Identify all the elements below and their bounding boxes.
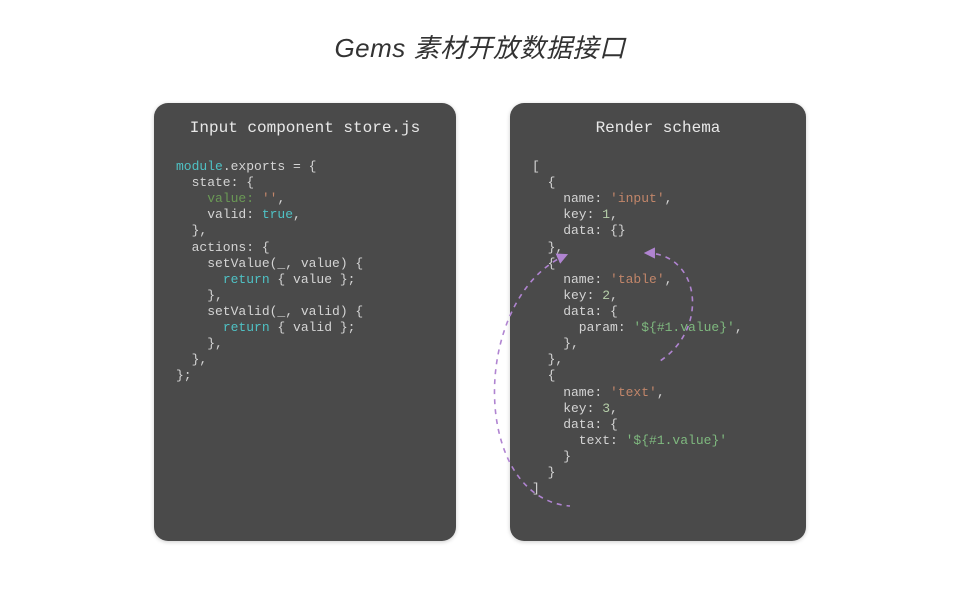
panel-schema: Render schema [ { name: 'input', key: 1,…: [510, 103, 806, 541]
panel-store-code: module.exports = { state: { value: '', v…: [176, 159, 434, 385]
panel-schema-code: [ { name: 'input', key: 1, data: {} }, {…: [532, 159, 784, 497]
panels-row: Input component store.js module.exports …: [0, 103, 960, 541]
panel-schema-heading: Render schema: [532, 119, 784, 137]
page-title: Gems 素材开放数据接口: [0, 28, 960, 65]
panel-store: Input component store.js module.exports …: [154, 103, 456, 541]
panel-store-heading: Input component store.js: [176, 119, 434, 137]
